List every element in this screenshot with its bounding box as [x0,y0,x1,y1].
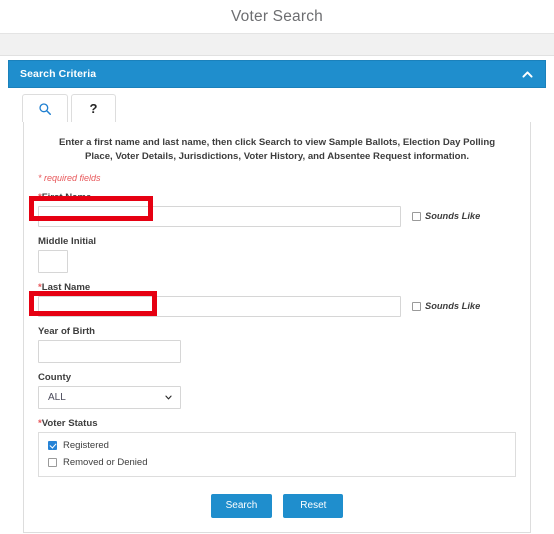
county-select[interactable]: ALL [38,385,181,409]
registered-checkbox[interactable] [48,440,57,450]
middle-initial-input[interactable] [38,249,68,273]
last-name-label-text: Last Name [41,281,91,293]
voter-status-option-removed-or-denied[interactable]: Removed or Denied [48,457,506,468]
page-title-bar: Voter Search [0,0,554,33]
question-mark-icon: ? [89,101,98,116]
reset-button[interactable]: Reset [283,493,344,518]
county-select-value: ALL [48,391,66,403]
last-name-sounds-like-checkbox[interactable] [412,301,421,311]
last-name-input[interactable] [38,295,401,317]
search-button[interactable]: Search [210,493,273,518]
last-name-sounds-like-label: Sounds Like [425,301,481,312]
chevron-up-icon[interactable] [521,68,534,81]
last-name-label: *Last Name [38,282,516,293]
tab-help[interactable]: ? [71,94,116,122]
first-name-sounds-like-group[interactable]: Sounds Like [412,211,480,221]
field-voter-status: *Voter Status Registered Removed or Deni… [38,418,516,477]
year-of-birth-input[interactable] [38,339,181,363]
required-fields-note: * required fields [38,172,101,183]
tab-search[interactable] [22,94,68,122]
first-name-sounds-like-label: Sounds Like [425,211,481,222]
last-name-sounds-like-group[interactable]: Sounds Like [412,301,480,311]
first-name-label-text: First Name [41,191,92,203]
voter-status-label-text: Voter Status [41,417,98,429]
first-name-label: *First Name [38,192,516,203]
first-name-sounds-like-checkbox[interactable] [412,211,421,221]
chevron-down-icon [164,393,173,402]
voter-status-option-registered[interactable]: Registered [48,440,506,451]
search-form-card: Enter a first name and last name, then c… [23,121,531,533]
field-first-name: *First Name Sounds Like [38,192,516,227]
header-divider-band [0,33,554,56]
form-actions: Search Reset [38,493,516,518]
field-last-name: *Last Name Sounds Like [38,282,516,317]
search-criteria-panel: Search Criteria ? Enter a first name and… [8,60,546,534]
panel-header-title: Search Criteria [20,68,97,80]
field-middle-initial: Middle Initial [38,236,516,273]
search-icon [38,102,52,116]
middle-initial-label: Middle Initial [38,235,97,247]
form-instructions: Enter a first name and last name, then c… [58,137,496,162]
registered-label: Registered [63,439,109,451]
voter-status-label: *Voter Status [38,418,516,429]
field-county: County ALL [38,372,516,409]
voter-status-options: Registered Removed or Denied [38,431,516,477]
county-label: County [38,371,72,383]
panel-header[interactable]: Search Criteria [8,60,546,88]
year-of-birth-label: Year of Birth [38,325,96,337]
removed-or-denied-checkbox[interactable] [48,457,57,467]
tab-bar: ? [8,88,546,122]
first-name-input[interactable] [38,205,401,227]
removed-or-denied-label: Removed or Denied [63,456,148,468]
page-title: Voter Search [230,7,323,25]
field-year-of-birth: Year of Birth [38,326,516,363]
